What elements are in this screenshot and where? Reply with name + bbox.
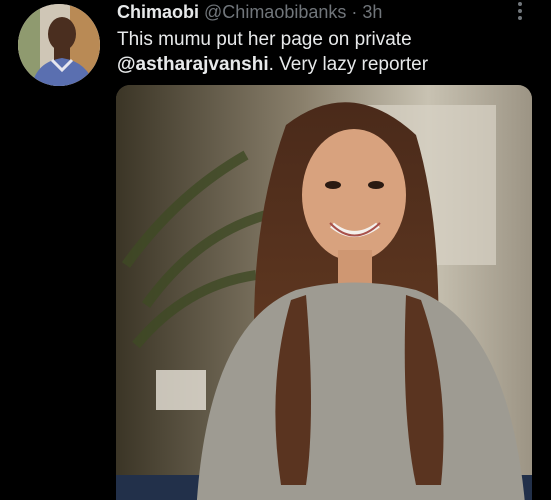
author-avatar[interactable] [18,4,100,86]
tweet-timestamp[interactable]: 3h [362,2,382,22]
tweet[interactable]: Chimaobi @Chimaobibanks · 3h This mumu p… [0,0,551,500]
avatar-photo [18,4,100,86]
photo-woman-smiling [116,85,532,500]
author-name[interactable]: Chimaobi [117,2,199,22]
more-vertical-icon[interactable] [510,0,530,22]
tweet-text-line2: @astharajvanshi. Very lazy reporter [117,52,537,77]
tweet-header: Chimaobi @Chimaobibanks · 3h [117,1,382,23]
header-separator: · [351,2,358,22]
mention-link[interactable]: @astharajvanshi [117,54,269,75]
author-handle[interactable]: @Chimaobibanks [204,2,346,22]
tweet-media-image[interactable] [116,85,532,500]
tweet-text-after-mention: . Very lazy reporter [268,54,429,75]
tweet-text-line1: This mumu put her page on private [117,29,412,50]
tweet-text: This mumu put her page on private @astha… [117,27,537,77]
